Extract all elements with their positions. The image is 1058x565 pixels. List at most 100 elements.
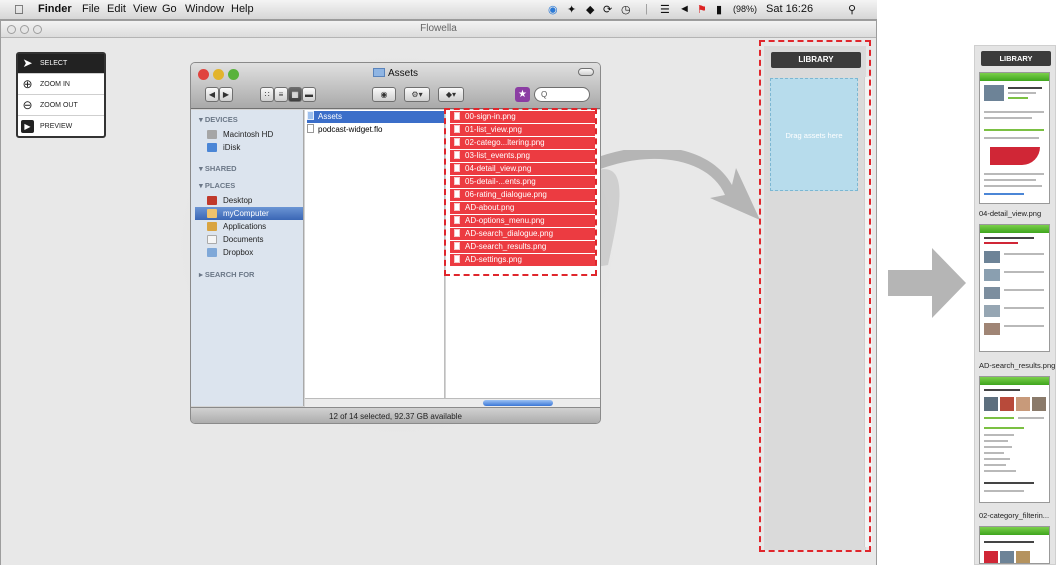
thumbnail-image [1000,397,1014,411]
asset-label: 04-detail_view.png [979,209,1042,218]
zoom-in-icon: ⊕ [22,77,33,91]
thumbnail-image [984,397,998,411]
document-icon [307,124,314,133]
finder-status-bar: 12 of 14 selected, 92.37 GB available [191,407,600,423]
clock[interactable]: Sat 16:26 [766,3,813,15]
sidebar-item-documents[interactable]: Documents [195,233,303,246]
flowella-titlebar: Flowella [1,21,876,38]
sidebar-item-mycomputer[interactable]: myComputer [195,207,303,220]
asset-label: AD-search_results.png [979,361,1055,370]
menu-view[interactable]: View [133,3,157,15]
apple-menu-icon[interactable]:  [14,2,24,17]
shared-header: ▾ SHARED [199,164,237,173]
dropbox-status-icon[interactable]: ◆ [586,3,594,16]
battery-icon[interactable]: ▮ [716,3,722,16]
list-view-button[interactable]: ≡ [274,87,288,102]
action-menu-button[interactable]: ⚙▾ [404,87,430,102]
asset-thumbnail[interactable] [979,376,1050,503]
menu-edit[interactable]: Edit [107,3,126,15]
zoom-out-tool[interactable]: ⊖ ZOOM OUT [18,96,104,116]
thumbnail-graphic [990,147,1040,165]
thumbnail-line [984,389,1020,391]
devices-header-label: DEVICES [204,115,238,124]
window-title: Flowella [420,23,457,34]
quick-look-button[interactable]: ◉ [372,87,396,102]
column-view-button[interactable]: ▦ [288,87,302,102]
preview-tool[interactable]: ▶ PREVIEW [18,117,104,137]
thumbnail-header-bar [980,527,1049,535]
spotlight-search-icon[interactable]: ⚲ [848,3,856,16]
finder-sidebar: ▾ DEVICES Macintosh HD iDisk ▾ SHARED ▾ … [191,110,304,406]
file-label: podcast-widget.flo [318,125,383,134]
icon-view-button[interactable]: ∷ [260,87,274,102]
forward-button[interactable]: ▶ [219,87,233,102]
zoom-in-tool[interactable]: ⊕ ZOOM IN [18,75,104,95]
asset-thumbnail[interactable] [979,224,1050,352]
sidebar-item-applications[interactable]: Applications [195,220,303,233]
sidebar-item-macintosh-hd[interactable]: Macintosh HD [195,128,303,141]
thumbnail-line [984,417,1014,419]
thumbnail-image [1016,397,1030,411]
documents-icon [207,235,217,244]
menu-go[interactable]: Go [162,3,177,15]
wifi-icon[interactable]: ☰ [660,3,670,16]
sync-status-icon[interactable]: ◉ [548,3,558,16]
menu-help[interactable]: Help [231,3,254,15]
horizontal-scrollbar[interactable] [305,398,600,407]
hard-drive-icon [207,130,217,139]
folder-row-assets[interactable]: Assets [307,111,444,123]
back-button[interactable]: ◀ [205,87,219,102]
places-header: ▾ PLACES [199,181,236,190]
right-arrow-icon [888,248,966,318]
finder-toolbar: Assets ◀ ▶ ∷ ≡ ▦ ▬ ◉ ⚙▾ ◆▾ ★ Q [191,63,600,109]
thumbnail-image [984,269,1000,281]
sidebar-item-label: iDisk [223,143,241,152]
sync-arrows-icon[interactable]: ⟳ [603,3,612,16]
thumbnail-line [984,464,1006,466]
tool-label: ZOOM IN [40,81,70,88]
thumbnail-line [984,427,1024,429]
menu-window[interactable]: Window [185,3,224,15]
select-tool[interactable]: ➤ SELECT [18,54,104,74]
asset-thumbnail[interactable] [979,526,1050,564]
battery-percent: (98%) [733,4,758,14]
thumbnail-line [984,173,1044,175]
thumbnail-image [1016,551,1030,563]
menu-file[interactable]: File [82,3,100,15]
time-machine-icon[interactable]: ◷ [621,3,631,16]
thumbnail-header-bar [980,73,1049,81]
thumbnail-image [984,287,1000,299]
tool-label: ZOOM OUT [40,102,78,109]
sidebar-item-idisk[interactable]: iDisk [195,141,303,154]
finder-title-text: Assets [387,68,418,79]
thumbnail-image [984,85,1004,101]
sidebar-item-label: Macintosh HD [223,130,274,139]
app-shortcut-icon[interactable]: ★ [515,87,530,102]
sidebar-item-label: Applications [223,222,267,231]
bird-status-icon[interactable]: ✦ [567,3,576,16]
devices-header: ▾ DEVICES [199,115,238,124]
coverflow-view-button[interactable]: ▬ [302,87,316,102]
toolbar-toggle-button[interactable] [578,68,594,76]
volume-icon[interactable]: ◄ [679,3,690,15]
thumbnail-line [984,185,1042,187]
sidebar-item-label: Desktop [223,196,253,205]
thumbnail-line [1008,92,1036,94]
thumbnail-line [984,541,1034,543]
flag-icon[interactable]: ⚑ [697,3,707,16]
thumbnail-line [1004,325,1044,327]
file-row-podcast-widget[interactable]: podcast-widget.flo [307,124,382,136]
separator-icon: | [645,3,648,15]
thumbnail-image [984,551,998,563]
finder-search-input[interactable]: Q [534,87,590,102]
asset-thumbnail[interactable] [979,72,1050,204]
sidebar-item-desktop[interactable]: Desktop [195,194,303,207]
app-menu-finder[interactable]: Finder [38,3,72,15]
scrollbar-thumb[interactable] [483,400,553,406]
thumbnail-line [984,440,1008,442]
sidebar-item-dropbox[interactable]: Dropbox [195,246,303,259]
dropbox-menu-button[interactable]: ◆▾ [438,87,464,102]
folder-icon [307,111,314,120]
thumbnail-line [984,470,1016,472]
thumbnail-line [984,137,1039,139]
